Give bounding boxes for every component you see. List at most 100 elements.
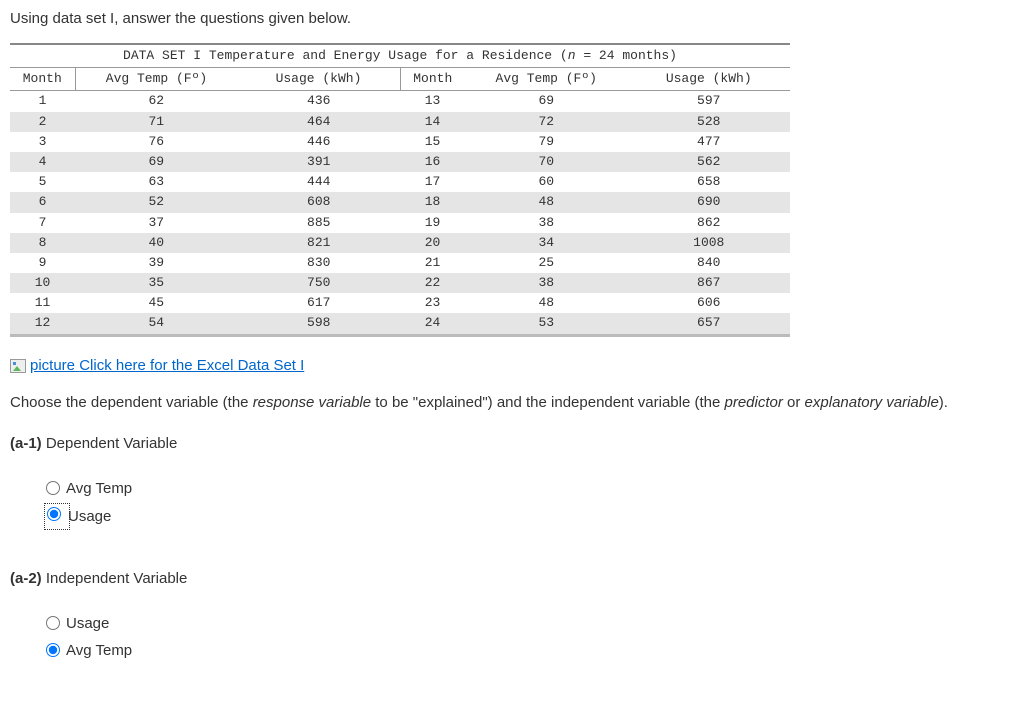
- q-a1-rest: Dependent Variable: [42, 435, 178, 452]
- table-cell: 862: [628, 213, 791, 233]
- a2-radio-usage[interactable]: [46, 616, 60, 630]
- table-cell: 528: [628, 112, 791, 132]
- a2-label-usage: Usage: [66, 613, 109, 634]
- question-a1-label: (a-1) Dependent Variable: [10, 433, 1014, 454]
- question-prompt: Choose the dependent variable (the respo…: [10, 392, 1014, 413]
- table-cell: 2: [10, 112, 75, 132]
- prompt-p2: response variable: [253, 394, 371, 411]
- table-cell: 446: [238, 132, 401, 152]
- prompt-p6: explanatory variable: [805, 394, 939, 411]
- header-temp-2: Avg Temp (Fº): [465, 68, 628, 91]
- table-cell: 617: [238, 293, 401, 313]
- a1-radio-usage[interactable]: [47, 507, 61, 521]
- table-cell: 16: [400, 152, 465, 172]
- table-cell: 6: [10, 192, 75, 212]
- table-row: 12545982453657: [10, 313, 790, 335]
- table-cell: 72: [465, 112, 628, 132]
- table-header-row: Month Avg Temp (Fº) Usage (kWh) Month Av…: [10, 68, 790, 91]
- table-row: 9398302125840: [10, 253, 790, 273]
- header-usage-1: Usage (kWh): [238, 68, 401, 91]
- prompt-p1: Choose the dependent variable (the: [10, 394, 253, 411]
- question-a2-label: (a-2) Independent Variable: [10, 568, 1014, 589]
- table-cell: 71: [75, 112, 238, 132]
- table-cell: 8: [10, 233, 75, 253]
- table-cell: 657: [628, 313, 791, 335]
- q-a2-rest: Independent Variable: [42, 570, 188, 587]
- table-cell: 23: [400, 293, 465, 313]
- prompt-p5: or: [783, 394, 805, 411]
- table-cell: 37: [75, 213, 238, 233]
- table-row: 4693911670562: [10, 152, 790, 172]
- table-cell: 24: [400, 313, 465, 335]
- table-cell: 885: [238, 213, 401, 233]
- a1-label-usage: Usage: [68, 506, 111, 527]
- table-cell: 597: [628, 91, 791, 112]
- table-cell: 34: [465, 233, 628, 253]
- table-cell: 10: [10, 273, 75, 293]
- table-row: 7378851938862: [10, 213, 790, 233]
- intro-text: Using data set I, answer the questions g…: [10, 8, 1014, 29]
- table-cell: 7: [10, 213, 75, 233]
- table-cell: 867: [628, 273, 791, 293]
- table-title: DATA SET I Temperature and Energy Usage …: [10, 44, 790, 68]
- table-row: 84082120341008: [10, 233, 790, 253]
- table-cell: 436: [238, 91, 401, 112]
- table-cell: 39: [75, 253, 238, 273]
- prompt-p7: ).: [939, 394, 948, 411]
- broken-image-icon: [10, 359, 26, 373]
- header-month-2: Month: [400, 68, 465, 91]
- table-row: 1624361369597: [10, 91, 790, 112]
- table-cell: 79: [465, 132, 628, 152]
- prompt-p3: to be "explained") and the independent v…: [371, 394, 724, 411]
- table-row: 10357502238867: [10, 273, 790, 293]
- table-cell: 658: [628, 172, 791, 192]
- table-cell: 52: [75, 192, 238, 212]
- table-cell: 12: [10, 313, 75, 335]
- table-cell: 4: [10, 152, 75, 172]
- table-cell: 598: [238, 313, 401, 335]
- table-cell: 48: [465, 192, 628, 212]
- header-usage-2: Usage (kWh): [628, 68, 791, 91]
- table-cell: 62: [75, 91, 238, 112]
- table-cell: 38: [465, 213, 628, 233]
- table-row: 5634441760658: [10, 172, 790, 192]
- q-a2-bold: (a-2): [10, 570, 42, 587]
- table-cell: 60: [465, 172, 628, 192]
- table-cell: 70: [465, 152, 628, 172]
- a1-label-avg-temp: Avg Temp: [66, 478, 132, 499]
- table-cell: 464: [238, 112, 401, 132]
- excel-link-row: picture Click here for the Excel Data Se…: [10, 355, 1014, 376]
- excel-data-link[interactable]: picture Click here for the Excel Data Se…: [10, 357, 304, 374]
- table-cell: 13: [400, 91, 465, 112]
- table-cell: 22: [400, 273, 465, 293]
- question-a1-options: Avg Temp Usage: [46, 478, 1014, 528]
- table-cell: 830: [238, 253, 401, 273]
- a2-radio-avg-temp[interactable]: [46, 643, 60, 657]
- table-cell: 19: [400, 213, 465, 233]
- table-cell: 17: [400, 172, 465, 192]
- table-cell: 38: [465, 273, 628, 293]
- table-cell: 35: [75, 273, 238, 293]
- data-table-wrapper: DATA SET I Temperature and Energy Usage …: [10, 43, 1014, 337]
- question-a2-options: Usage Avg Temp: [46, 613, 1014, 661]
- a2-label-avg-temp: Avg Temp: [66, 640, 132, 661]
- a1-radio-avg-temp[interactable]: [46, 481, 60, 495]
- a2-option-avg-temp: Avg Temp: [46, 640, 1014, 661]
- table-cell: 15: [400, 132, 465, 152]
- table-row: 3764461579477: [10, 132, 790, 152]
- table-cell: 45: [75, 293, 238, 313]
- table-cell: 53: [465, 313, 628, 335]
- table-cell: 5: [10, 172, 75, 192]
- table-cell: 14: [400, 112, 465, 132]
- table-row: 6526081848690: [10, 192, 790, 212]
- table-title-suffix: = 24 months): [576, 48, 677, 63]
- table-cell: 562: [628, 152, 791, 172]
- table-cell: 76: [75, 132, 238, 152]
- a1-option-usage: Usage: [46, 505, 1014, 528]
- table-row: 2714641472528: [10, 112, 790, 132]
- table-cell: 477: [628, 132, 791, 152]
- table-cell: 608: [238, 192, 401, 212]
- table-cell: 444: [238, 172, 401, 192]
- table-cell: 63: [75, 172, 238, 192]
- q-a1-bold: (a-1): [10, 435, 42, 452]
